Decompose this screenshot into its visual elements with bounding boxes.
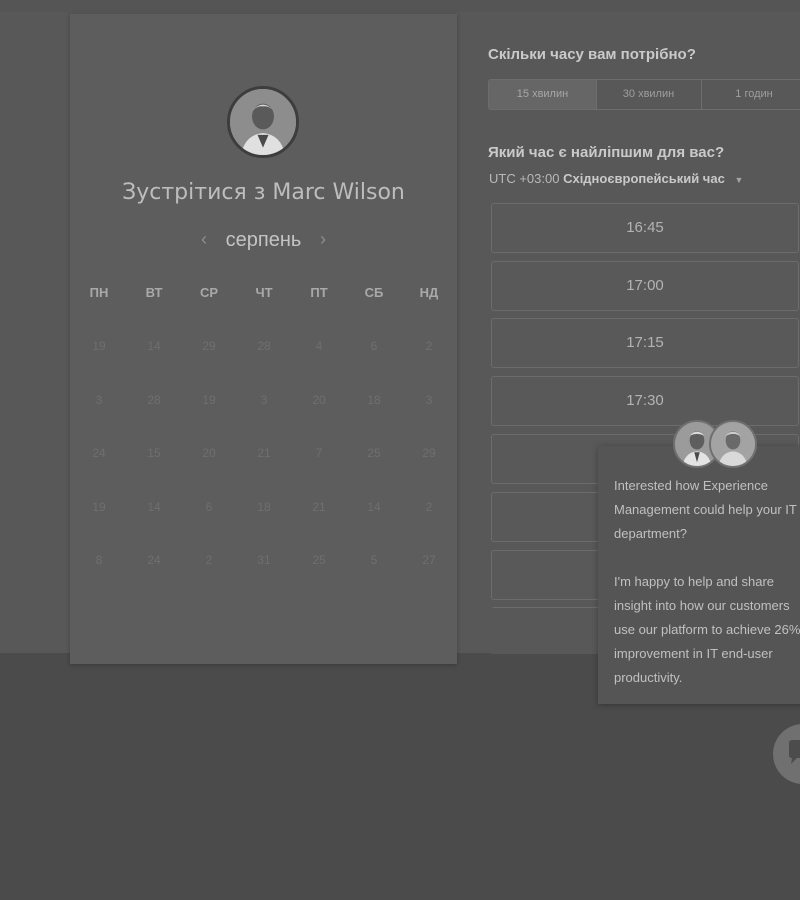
weekday-label: СР — [199, 285, 219, 300]
calendar-day[interactable]: 6 — [347, 339, 401, 353]
calendar-day[interactable]: 19 — [72, 339, 126, 353]
calendar-day[interactable]: 28 — [127, 393, 181, 407]
calendar-day[interactable]: 18 — [347, 393, 401, 407]
chat-message-body: I'm happy to help and share insight into… — [614, 574, 800, 685]
agent-avatar — [709, 420, 757, 468]
month-label: серпень — [225, 229, 302, 251]
timezone-offset: UTC +03:00 — [489, 171, 560, 186]
weekday-label: НД — [419, 285, 439, 300]
chat-agent-avatars — [673, 420, 757, 472]
calendar-day[interactable]: 19 — [182, 393, 236, 407]
duration-60-button[interactable]: 1 годин — [701, 80, 800, 109]
calendar-day[interactable]: 14 — [127, 339, 181, 353]
weekday-label: ВТ — [145, 285, 163, 300]
calendar-day[interactable]: 2 — [182, 553, 236, 567]
calendar-day[interactable]: 19 — [72, 500, 126, 514]
calendar-day[interactable]: 8 — [72, 553, 126, 567]
calendar-day[interactable]: 6 — [182, 500, 236, 514]
weekday-label: СБ — [364, 285, 384, 300]
calendar-day[interactable]: 5 — [347, 553, 401, 567]
timezone-name: Східноєвропейський час — [563, 171, 725, 186]
chat-bubble-icon — [789, 740, 800, 764]
calendar-day[interactable]: 15 — [127, 446, 181, 460]
chevron-down-icon: ▼ — [734, 175, 744, 185]
top-bar — [0, 0, 800, 12]
next-month-button[interactable]: › — [313, 226, 333, 254]
calendar-day[interactable]: 18 — [237, 500, 291, 514]
weekday-label: ЧТ — [255, 285, 273, 300]
calendar-day[interactable]: 24 — [127, 553, 181, 567]
calendar-day[interactable]: 25 — [347, 446, 401, 460]
chat-message-intro: Interested how Experience Management cou… — [614, 478, 797, 541]
calendar-day[interactable]: 14 — [127, 500, 181, 514]
duration-question: Скільки часу вам потрібно? — [488, 46, 696, 63]
calendar-day[interactable]: 7 — [292, 446, 346, 460]
time-slot-button[interactable]: 16:45 — [491, 203, 799, 253]
calendar-day[interactable]: 4 — [292, 339, 346, 353]
calendar-day[interactable]: 29 — [402, 446, 456, 460]
calendar-day[interactable]: 29 — [182, 339, 236, 353]
chat-popup[interactable]: Interested how Experience Management cou… — [598, 446, 800, 704]
calendar-day[interactable]: 3 — [72, 393, 126, 407]
meeting-title: Зустрітися з Marc Wilson — [122, 180, 405, 205]
calendar-day[interactable]: 27 — [402, 553, 456, 567]
time-question: Який час є найліпшим для вас? — [488, 144, 725, 161]
calendar-day[interactable]: 24 — [72, 446, 126, 460]
timezone-selector[interactable]: UTC +03:00 Східноєвропейський час ▼ — [489, 171, 743, 186]
duration-30-button[interactable]: 30 хвилин — [596, 80, 702, 109]
calendar-day[interactable]: 25 — [292, 553, 346, 567]
time-slot-button[interactable]: 17:00 — [491, 261, 799, 311]
calendar-day[interactable]: 31 — [237, 553, 291, 567]
month-navigation: серпень ‹ › — [70, 226, 457, 254]
calendar-day[interactable]: 28 — [237, 339, 291, 353]
weekday-label: ПТ — [310, 285, 328, 300]
time-slot-button[interactable]: 17:30 — [491, 376, 799, 426]
host-avatar — [227, 86, 299, 158]
calendar-day[interactable]: 3 — [402, 393, 456, 407]
duration-15-button[interactable]: 15 хвилин — [489, 80, 597, 109]
duration-selector: 15 хвилин 30 хвилин 1 годин — [488, 79, 800, 110]
time-slot-button[interactable]: 17:15 — [491, 318, 799, 368]
calendar-day[interactable]: 21 — [237, 446, 291, 460]
calendar-day[interactable]: 14 — [347, 500, 401, 514]
chat-message: Interested how Experience Management cou… — [614, 474, 800, 690]
calendar-day[interactable]: 20 — [292, 393, 346, 407]
calendar-day[interactable]: 20 — [182, 446, 236, 460]
prev-month-button[interactable]: ‹ — [194, 226, 214, 254]
weekday-label: ПН — [89, 285, 109, 300]
calendar-day[interactable]: 2 — [402, 500, 456, 514]
calendar-day[interactable]: 21 — [292, 500, 346, 514]
calendar-day[interactable]: 2 — [402, 339, 456, 353]
calendar-day[interactable]: 3 — [237, 393, 291, 407]
